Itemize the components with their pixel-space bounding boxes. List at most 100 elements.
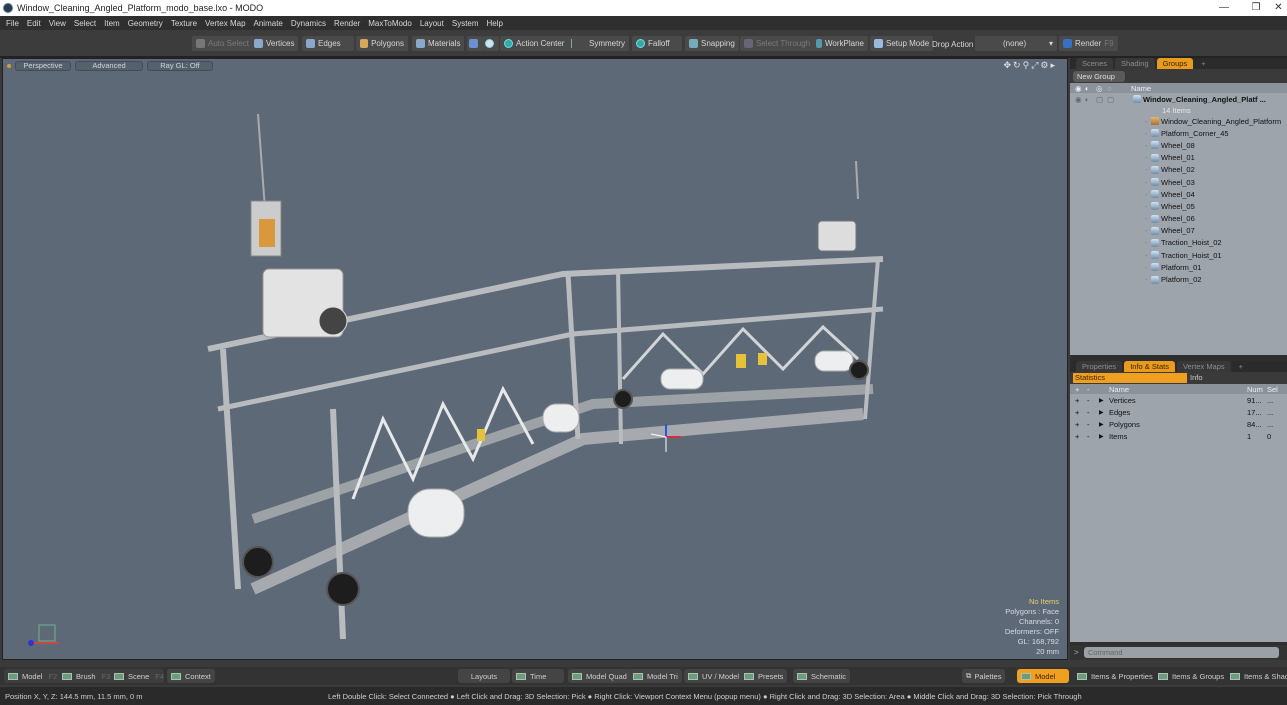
menu-item[interactable]: Item <box>104 19 120 28</box>
statistics-subtab[interactable]: Statistics <box>1073 373 1187 383</box>
menu-view[interactable]: View <box>49 19 66 28</box>
group-item-row[interactable]: - Traction_Hoist_02 <box>1070 237 1287 249</box>
snapping-button[interactable]: Snapping <box>685 36 739 51</box>
group-item-row[interactable]: - Window_Cleaning_Angled_Platform <box>1070 115 1287 127</box>
mesh-icon <box>1151 226 1159 235</box>
close-button[interactable]: ✕ <box>1270 0 1287 16</box>
auto-select-button[interactable]: Auto Select <box>192 36 253 51</box>
presets-tab[interactable]: Presets <box>740 669 788 683</box>
triangle-right-icon[interactable]: ▶ <box>1099 421 1109 428</box>
eye-icon[interactable]: ◉ <box>1075 95 1085 104</box>
menu-texture[interactable]: Texture <box>171 19 197 28</box>
materials-button[interactable]: Materials <box>412 36 465 51</box>
action-center-button[interactable]: Action Center <box>500 36 569 51</box>
pivot-mode-button[interactable] <box>483 36 499 51</box>
uv-model-tab[interactable]: UV / Model <box>684 669 744 683</box>
group-item-row[interactable]: - Traction_Hoist_01 <box>1070 249 1287 261</box>
model-tab[interactable]: Model F2 <box>4 669 61 683</box>
menu-dynamics[interactable]: Dynamics <box>291 19 326 28</box>
menu-file[interactable]: File <box>6 19 19 28</box>
tab-scenes[interactable]: Scenes <box>1076 58 1114 69</box>
model-layout-button[interactable]: Model <box>1017 669 1069 683</box>
stats-row[interactable]: + - ▶ Edges 17...... <box>1070 406 1287 418</box>
context-tab[interactable]: Context <box>167 669 215 683</box>
restore-button[interactable]: ❐ <box>1242 0 1270 16</box>
tab-shading[interactable]: Shading <box>1115 58 1155 69</box>
lock-toggle-icon[interactable]: ▢ <box>1096 95 1107 104</box>
group-root-row[interactable]: ◉ ◐ ▢ ▢ Window_Cleaning_Angled_Platf ... <box>1070 93 1287 105</box>
items-shading-tab[interactable]: Items & Shading <box>1226 669 1287 683</box>
triangle-right-icon[interactable]: ▶ <box>1099 433 1109 440</box>
collapse-minus-button[interactable]: - <box>1087 396 1099 405</box>
edges-button[interactable]: Edges <box>302 36 354 51</box>
menu-edit[interactable]: Edit <box>27 19 41 28</box>
expand-plus-button[interactable]: + <box>1075 408 1087 417</box>
stats-row[interactable]: + - ▶ Vertices 91...... <box>1070 394 1287 406</box>
stats-row[interactable]: + - ▶ Items 1 0 <box>1070 431 1287 443</box>
triangle-right-icon[interactable]: ▶ <box>1099 409 1109 416</box>
items-properties-tab[interactable]: Items & Properties <box>1073 669 1157 683</box>
menu-system[interactable]: System <box>452 19 479 28</box>
platform-frame <box>207 113 884 640</box>
tab-vertex-maps[interactable]: Vertex Maps <box>1176 361 1231 372</box>
select-through-button[interactable]: Select Through <box>740 36 815 51</box>
select-toggle-icon[interactable]: ▢ <box>1107 95 1119 104</box>
menu-render[interactable]: Render <box>334 19 360 28</box>
group-item-row[interactable]: - Wheel_06 <box>1070 213 1287 225</box>
expand-plus-button[interactable]: + <box>1075 420 1087 429</box>
group-item-row[interactable]: - Wheel_01 <box>1070 152 1287 164</box>
command-input[interactable]: Command <box>1084 647 1279 658</box>
vertices-button[interactable]: Vertices <box>250 36 299 51</box>
tab-groups[interactable]: Groups <box>1156 58 1194 69</box>
new-group-button[interactable]: New Group <box>1073 70 1125 82</box>
collapse-minus-button[interactable]: - <box>1087 432 1099 441</box>
stats-row[interactable]: + - ▶ Polygons 84...... <box>1070 418 1287 430</box>
polygons-button[interactable]: Polygons <box>356 36 408 51</box>
group-item-row[interactable]: - Platform_Corner_45 <box>1070 127 1287 139</box>
collapse-minus-button[interactable]: - <box>1087 408 1099 417</box>
add-tab-button[interactable]: + <box>1233 361 1249 372</box>
expand-plus-button[interactable]: + <box>1075 432 1087 441</box>
menu-select[interactable]: Select <box>74 19 96 28</box>
drop-action-select[interactable]: (none) ▾ <box>975 36 1057 51</box>
3d-viewport[interactable]: Perspective Advanced Ray GL: Off ✥↻⚲⤢⚙▸ <box>2 58 1068 660</box>
menu-help[interactable]: Help <box>487 19 503 28</box>
group-item-row[interactable]: - Wheel_07 <box>1070 225 1287 237</box>
triangle-right-icon[interactable]: ▶ <box>1099 397 1109 404</box>
items-groups-tab[interactable]: Items & Groups <box>1154 669 1228 683</box>
collapse-minus-button[interactable]: - <box>1087 420 1099 429</box>
model-quad-tab[interactable]: Model Quad <box>568 669 631 683</box>
menu-animate[interactable]: Animate <box>254 19 283 28</box>
add-tab-button[interactable]: + <box>1195 58 1211 69</box>
render-button[interactable]: Render F9 <box>1059 36 1118 51</box>
schematic-tab[interactable]: Schematic <box>793 669 851 683</box>
info-subtab[interactable]: Info <box>1190 373 1203 383</box>
model-tri-tab[interactable]: Model Tri <box>629 669 682 683</box>
group-item-row[interactable]: - Wheel_03 <box>1070 176 1287 188</box>
minimize-button[interactable]: — <box>1210 0 1238 16</box>
symmetry-button[interactable]: Symmetry <box>567 36 629 51</box>
expand-plus-button[interactable]: + <box>1075 396 1087 405</box>
workplane-button[interactable]: WorkPlane <box>812 36 868 51</box>
setup-mode-button[interactable]: Setup Mode <box>870 36 934 51</box>
layouts-button[interactable]: Layouts <box>458 669 510 683</box>
time-tab[interactable]: Time <box>512 669 564 683</box>
group-item-row[interactable]: - Wheel_02 <box>1070 164 1287 176</box>
group-item-row[interactable]: - Platform_01 <box>1070 261 1287 273</box>
brush-tab[interactable]: Brush F3 <box>58 669 114 683</box>
menu-vertex-map[interactable]: Vertex Map <box>205 19 245 28</box>
group-item-row[interactable]: - Wheel_08 <box>1070 139 1287 151</box>
tab-info-stats[interactable]: Info & Stats <box>1124 361 1175 372</box>
menu-geometry[interactable]: Geometry <box>128 19 163 28</box>
menu-layout[interactable]: Layout <box>420 19 444 28</box>
render-toggle-icon[interactable]: ◐ <box>1085 95 1096 104</box>
palettes-button[interactable]: ⧉ Palettes <box>962 669 1006 683</box>
tab-properties[interactable]: Properties <box>1076 361 1123 372</box>
element-mode-button[interactable] <box>467 36 483 51</box>
group-item-row[interactable]: - Wheel_04 <box>1070 188 1287 200</box>
scene-tab[interactable]: Scene F4 <box>110 669 168 683</box>
group-item-row[interactable]: - Wheel_05 <box>1070 200 1287 212</box>
falloff-button[interactable]: Falloff <box>632 36 682 51</box>
menu-maxtomodo[interactable]: MaxToModo <box>368 19 412 28</box>
group-item-row[interactable]: - Platform_02 <box>1070 273 1287 285</box>
